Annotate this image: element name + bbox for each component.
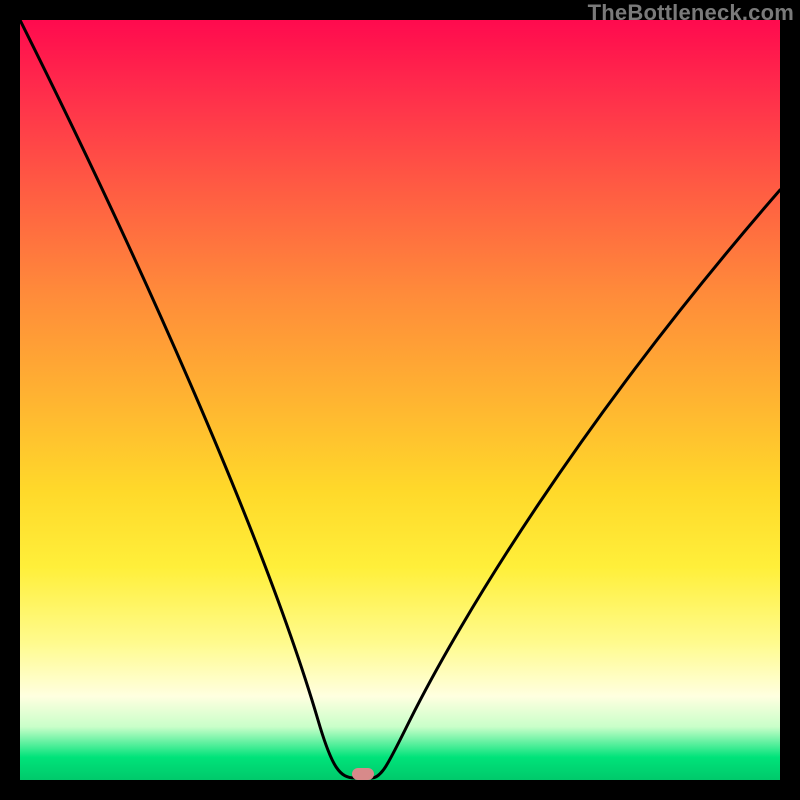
curve-svg [20, 20, 780, 780]
bottleneck-curve [20, 20, 780, 778]
chart-frame: TheBottleneck.com [0, 0, 800, 800]
plot-area [20, 20, 780, 780]
optimal-point-marker [352, 768, 374, 780]
